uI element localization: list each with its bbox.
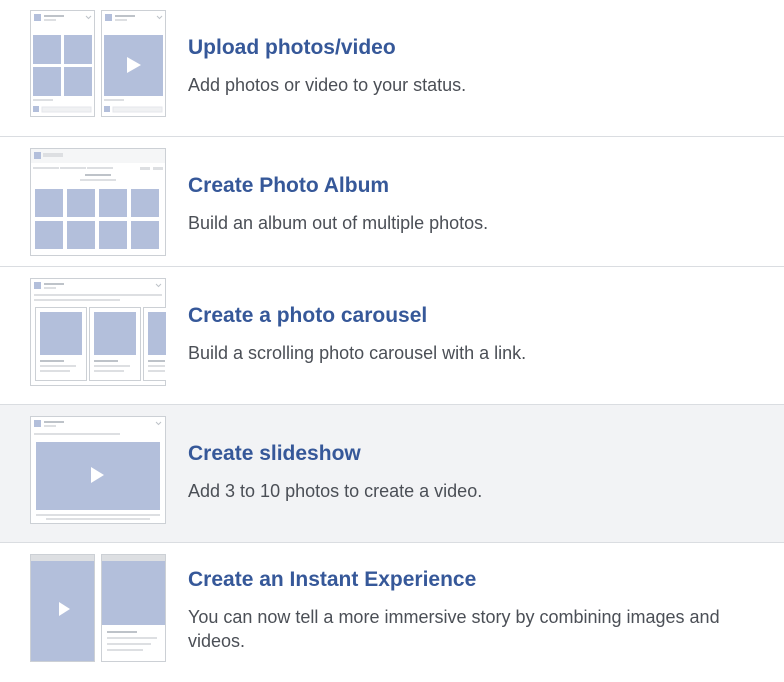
option-title[interactable]: Create slideshow [188,442,361,466]
photo-carousel-icon [30,278,166,386]
option-create-photo-album[interactable]: Create Photo Album Build an album out of… [0,137,784,267]
option-description: You can now tell a more immersive story … [188,607,720,651]
option-create-instant-experience[interactable]: Create an Instant Experience You can now… [0,543,784,682]
option-upload-photos-video[interactable]: Upload photos/video Add photos or video … [0,0,784,137]
option-title[interactable]: Create a photo carousel [188,304,427,328]
option-title[interactable]: Upload photos/video [188,36,396,60]
option-title[interactable]: Create an Instant Experience [188,568,476,592]
option-description: Add photos or video to your status. [188,75,467,95]
upload-photos-video-icon [30,10,166,118]
photo-album-icon [30,148,166,256]
instant-experience-icon [30,554,166,662]
option-description: Build a scrolling photo carousel with a … [188,343,527,363]
option-description: Add 3 to 10 photos to create a video. [188,481,483,501]
slideshow-icon [30,416,166,524]
create-post-options-menu: Upload photos/video Add photos or video … [0,0,784,682]
option-create-photo-carousel[interactable]: Create a photo carousel Build a scrollin… [0,267,784,405]
option-title[interactable]: Create Photo Album [188,174,389,198]
option-create-slideshow[interactable]: Create slideshow Add 3 to 10 photos to c… [0,405,784,543]
option-description: Build an album out of multiple photos. [188,213,489,233]
